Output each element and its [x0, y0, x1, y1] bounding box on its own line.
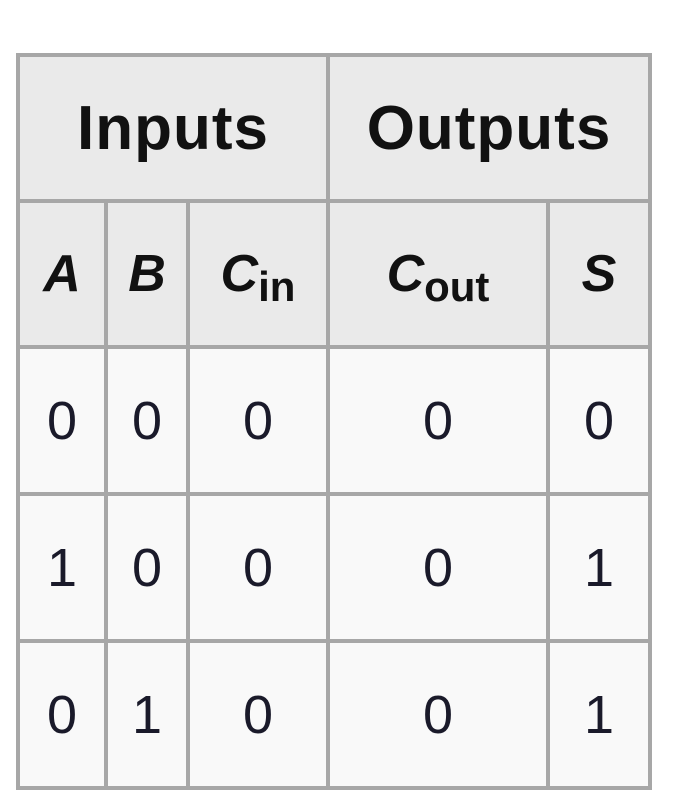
cell-a: 0 [16, 639, 108, 790]
table-row: 0 0 0 0 0 [16, 345, 652, 496]
cell-b: 0 [104, 492, 190, 643]
column-header-row: A B Cin Cout S [16, 199, 652, 349]
cell-s: 1 [546, 639, 652, 790]
cell-a: 0 [16, 345, 108, 496]
column-cout-header: Cout [326, 199, 550, 349]
cell-b: 1 [104, 639, 190, 790]
cell-cout: 0 [326, 639, 550, 790]
truth-table: Inputs Outputs A B Cin Cout S 0 0 0 0 0 … [16, 53, 652, 790]
cell-b: 0 [104, 345, 190, 496]
column-b-header: B [104, 199, 190, 349]
column-cin-main: C [220, 245, 259, 303]
column-cout-main: C [386, 245, 425, 303]
group-header-row: Inputs Outputs [16, 53, 652, 203]
table-row: 0 1 0 0 1 [16, 639, 652, 790]
column-cin-header: Cin [186, 199, 330, 349]
cell-s: 1 [546, 492, 652, 643]
table-row: 1 0 0 0 1 [16, 492, 652, 643]
column-s-header: S [546, 199, 652, 349]
cell-cin: 0 [186, 492, 330, 643]
cell-a: 1 [16, 492, 108, 643]
cell-cout: 0 [326, 345, 550, 496]
cell-cout: 0 [326, 492, 550, 643]
outputs-header: Outputs [326, 53, 652, 203]
inputs-header: Inputs [16, 53, 330, 203]
cell-cin: 0 [186, 639, 330, 790]
cell-s: 0 [546, 345, 652, 496]
column-a-header: A [16, 199, 108, 349]
cell-cin: 0 [186, 345, 330, 496]
column-cin-subscript: in [258, 263, 296, 310]
column-cout-subscript: out [424, 263, 490, 310]
